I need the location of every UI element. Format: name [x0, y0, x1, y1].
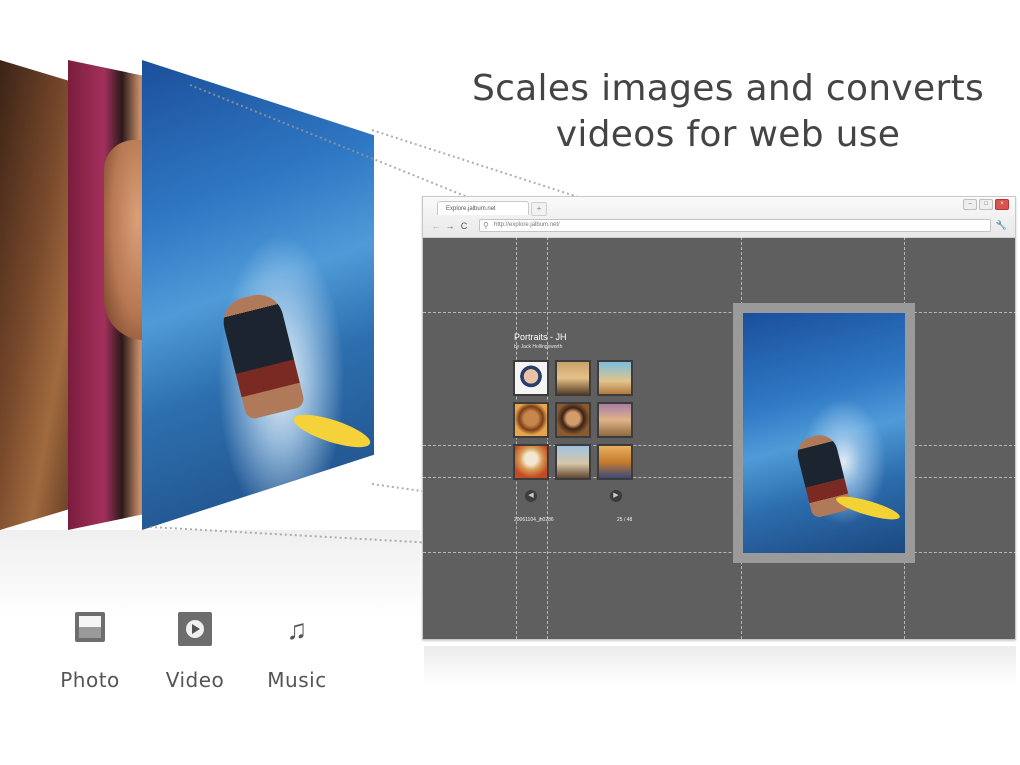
browser-window: Explore.jalbum.net + – □ × ← → C ⚲ http:…	[422, 196, 1017, 640]
url-bar[interactable]: ⚲ http://explore.jalbum.net/	[479, 219, 991, 232]
forward-button[interactable]: →	[445, 221, 455, 231]
surfer-panel-front	[142, 60, 374, 530]
music-note-icon: ♫	[286, 614, 308, 645]
maximize-icon[interactable]: □	[979, 199, 993, 210]
close-icon[interactable]: ×	[995, 199, 1009, 210]
media-type-video: Video	[140, 612, 250, 692]
nav-buttons: ← → C	[431, 221, 469, 231]
thumbnail[interactable]	[555, 402, 591, 438]
wrench-icon[interactable]: 🔧	[996, 220, 1007, 231]
image-filename: 20061104_jh0286	[514, 517, 554, 523]
new-tab-button[interactable]: +	[531, 202, 547, 216]
thumbnail[interactable]	[597, 402, 633, 438]
video-icon	[178, 612, 212, 646]
photo-stack	[0, 0, 420, 620]
media-type-photo: Photo	[35, 612, 145, 692]
minimize-icon[interactable]: –	[963, 199, 977, 210]
prev-page-button[interactable]: ◀	[525, 490, 537, 502]
thumbnail[interactable]	[555, 360, 591, 396]
media-label-music: Music	[267, 668, 327, 692]
thumbnail[interactable]	[513, 402, 549, 438]
media-label-photo: Photo	[60, 668, 120, 692]
browser-reflection	[424, 646, 1016, 686]
reload-button[interactable]: C	[459, 221, 469, 231]
media-type-music: ♫ Music	[242, 612, 352, 692]
page-viewport: Portraits - JH by Jack Hollingsworth ◀ ▶…	[423, 237, 1017, 639]
search-icon: ⚲	[483, 221, 489, 230]
next-page-button[interactable]: ▶	[610, 490, 622, 502]
image-counter: 25 / 48	[617, 517, 633, 523]
thumbnail[interactable]	[513, 444, 549, 480]
thumbnail[interactable]	[597, 360, 633, 396]
browser-tab-label: Explore.jalbum.net	[446, 206, 496, 212]
headline-line-2: videos for web use	[555, 114, 901, 155]
surfer-figure	[218, 289, 306, 421]
portrait-panel-back	[0, 60, 78, 530]
media-label-video: Video	[165, 668, 225, 692]
url-text: http://explore.jalbum.net/	[494, 222, 560, 228]
photo-icon	[75, 612, 105, 642]
main-photo-image	[743, 313, 905, 553]
grid-guide-horizontal	[423, 552, 1017, 553]
thumbnail[interactable]	[555, 444, 591, 480]
headline: Scales images and converts videos for we…	[470, 66, 986, 158]
headline-line-1: Scales images and converts	[471, 68, 985, 109]
browser-chrome: Explore.jalbum.net + – □ × ← → C ⚲ http:…	[423, 197, 1015, 238]
grid-guide-horizontal	[423, 312, 1017, 313]
thumbnail[interactable]	[513, 360, 549, 396]
album-title: Portraits - JH	[514, 332, 567, 342]
main-photo[interactable]	[733, 303, 915, 563]
thumbnail-grid	[513, 360, 633, 480]
thumbnail[interactable]	[597, 444, 633, 480]
surfboard	[290, 408, 374, 454]
browser-tab[interactable]: Explore.jalbum.net	[437, 201, 529, 215]
back-button[interactable]: ←	[431, 221, 441, 231]
album-author: by Jack Hollingsworth	[514, 344, 563, 350]
window-controls: – □ ×	[963, 199, 1009, 210]
stack-reflection	[0, 530, 420, 620]
